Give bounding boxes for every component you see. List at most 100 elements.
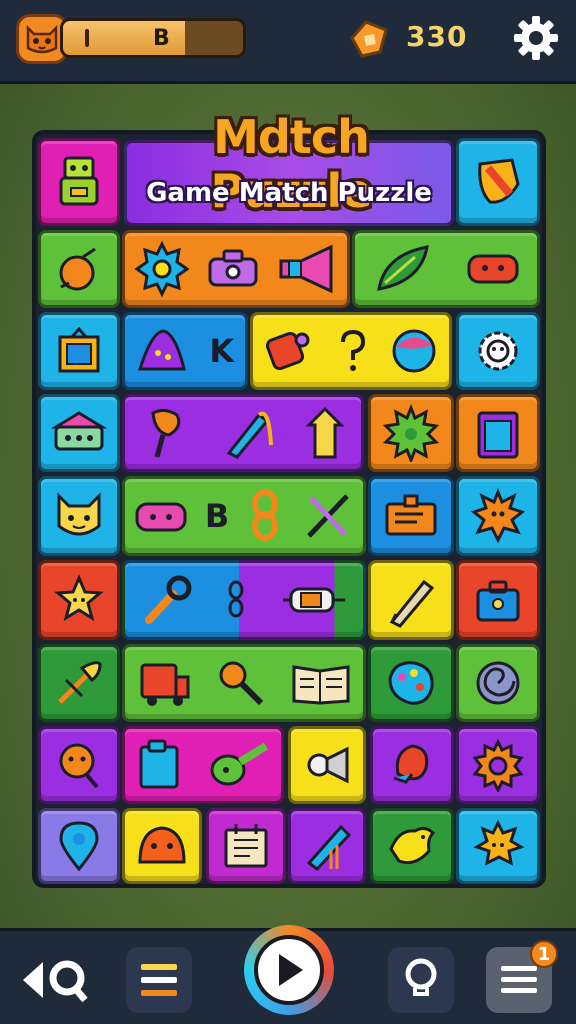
top-bar: B 330 (0, 0, 576, 84)
level-progress-bar: B (60, 18, 246, 58)
bulb-icon (405, 958, 437, 996)
leaf-icon (377, 245, 429, 291)
tile-quill[interactable] (38, 644, 120, 722)
tile-card[interactable] (368, 476, 454, 556)
crown-icon (473, 819, 525, 866)
face-icon (467, 254, 519, 284)
tile-bird[interactable] (370, 808, 454, 884)
tile-clipboard[interactable] (456, 394, 540, 472)
guitar-icon (210, 742, 268, 786)
magnifier-icon (219, 661, 264, 706)
progress-marker (85, 29, 89, 47)
robot-icon (59, 156, 99, 206)
tile-briefcase[interactable] (456, 560, 540, 640)
virus-icon (382, 404, 440, 462)
back-search-icon (23, 960, 88, 1003)
tile-calendar[interactable] (206, 808, 286, 884)
tile-group-magenta[interactable] (122, 726, 284, 804)
tile-smiley[interactable] (38, 726, 120, 804)
tile-letter-b: B (204, 497, 230, 535)
tile-house[interactable] (38, 394, 120, 472)
tile-group-purple[interactable] (122, 394, 364, 472)
camera-lens-icon (307, 746, 349, 784)
tile-group-yellow[interactable] (250, 312, 452, 390)
megaphone-icon (279, 244, 333, 294)
progress-label: B (153, 26, 170, 51)
star-icon (54, 574, 104, 622)
wrench-icon (145, 575, 192, 624)
hat-icon (137, 329, 186, 371)
tile-spiral[interactable] (456, 644, 540, 722)
tile-frame[interactable] (38, 312, 120, 390)
tile-cog[interactable] (456, 312, 540, 390)
tile-group-green-3[interactable] (122, 644, 366, 722)
picture-frame-icon (58, 326, 100, 373)
tile-group-blue[interactable]: K (122, 312, 248, 390)
quill-icon (58, 661, 102, 704)
chain-icon (252, 489, 279, 541)
tile-group-green-2[interactable]: B (122, 476, 366, 556)
menu-list-button[interactable] (126, 947, 192, 1013)
play-button[interactable] (244, 925, 334, 1015)
tile-robot[interactable] (38, 138, 120, 226)
tile-map-pin[interactable] (38, 808, 120, 884)
back-search-button[interactable] (12, 947, 102, 1013)
game-subtitle: Game Match Puzzle (146, 178, 432, 208)
notification-badge: 1 (530, 940, 558, 968)
book-icon (292, 665, 350, 705)
settings-gear-icon[interactable] (512, 14, 560, 62)
tile-ruler[interactable] (288, 808, 366, 884)
calendar-icon (224, 824, 268, 868)
gem-icon (350, 20, 388, 58)
tile-group-blue-purple[interactable] (122, 560, 366, 640)
rocket-icon (266, 331, 310, 371)
folder-icon (139, 739, 178, 789)
cog-icon (478, 331, 518, 371)
fish-icon (393, 744, 429, 784)
sun-gear-icon (472, 738, 524, 792)
tile-palette[interactable] (368, 644, 454, 722)
tile-camera-lens[interactable] (288, 726, 366, 804)
palette-icon (388, 661, 434, 705)
tile-crown[interactable] (456, 808, 540, 884)
list-menu-icon (141, 964, 177, 996)
spiral-icon (476, 661, 520, 705)
hint-button[interactable] (388, 947, 454, 1013)
play-button-inner (254, 935, 324, 1005)
ruler-icon (306, 824, 352, 872)
cat-icon (57, 492, 101, 536)
card-icon (385, 494, 437, 536)
tile-group-green[interactable] (352, 230, 540, 308)
tile-cat[interactable] (38, 476, 120, 556)
pencil-icon (389, 579, 435, 628)
tile-sun-flower[interactable] (456, 476, 540, 556)
bird-icon (389, 826, 436, 865)
shield-icon (478, 158, 520, 204)
tile-group-orange[interactable] (122, 230, 350, 308)
house-icon (50, 411, 108, 451)
tile-blob[interactable] (122, 808, 202, 884)
tile-shield[interactable] (456, 138, 540, 226)
tile-virus[interactable] (368, 394, 454, 472)
tile-fish[interactable] (370, 726, 454, 804)
fruit-icon (59, 247, 96, 291)
bottom-navigation-bar (0, 925, 576, 1024)
globe-icon (392, 329, 436, 373)
crossed-tools-icon (307, 494, 349, 538)
toaster-icon (135, 502, 187, 532)
spaceship-icon (282, 587, 345, 613)
hamburger-icon (501, 966, 537, 993)
question-icon (340, 329, 365, 371)
tile-pencil[interactable] (368, 560, 454, 640)
tile-fruit[interactable] (38, 230, 120, 308)
blob-icon (138, 826, 186, 864)
tile-sun-gear[interactable] (456, 726, 540, 804)
pen-icon (226, 411, 273, 459)
play-icon (279, 954, 303, 986)
camera-icon (208, 249, 258, 287)
truck-icon (140, 663, 190, 706)
tile-letter-k: K (209, 332, 235, 370)
tile-star[interactable] (38, 560, 120, 640)
map-pin-icon (59, 821, 99, 872)
coin-count: 330 (406, 20, 468, 53)
